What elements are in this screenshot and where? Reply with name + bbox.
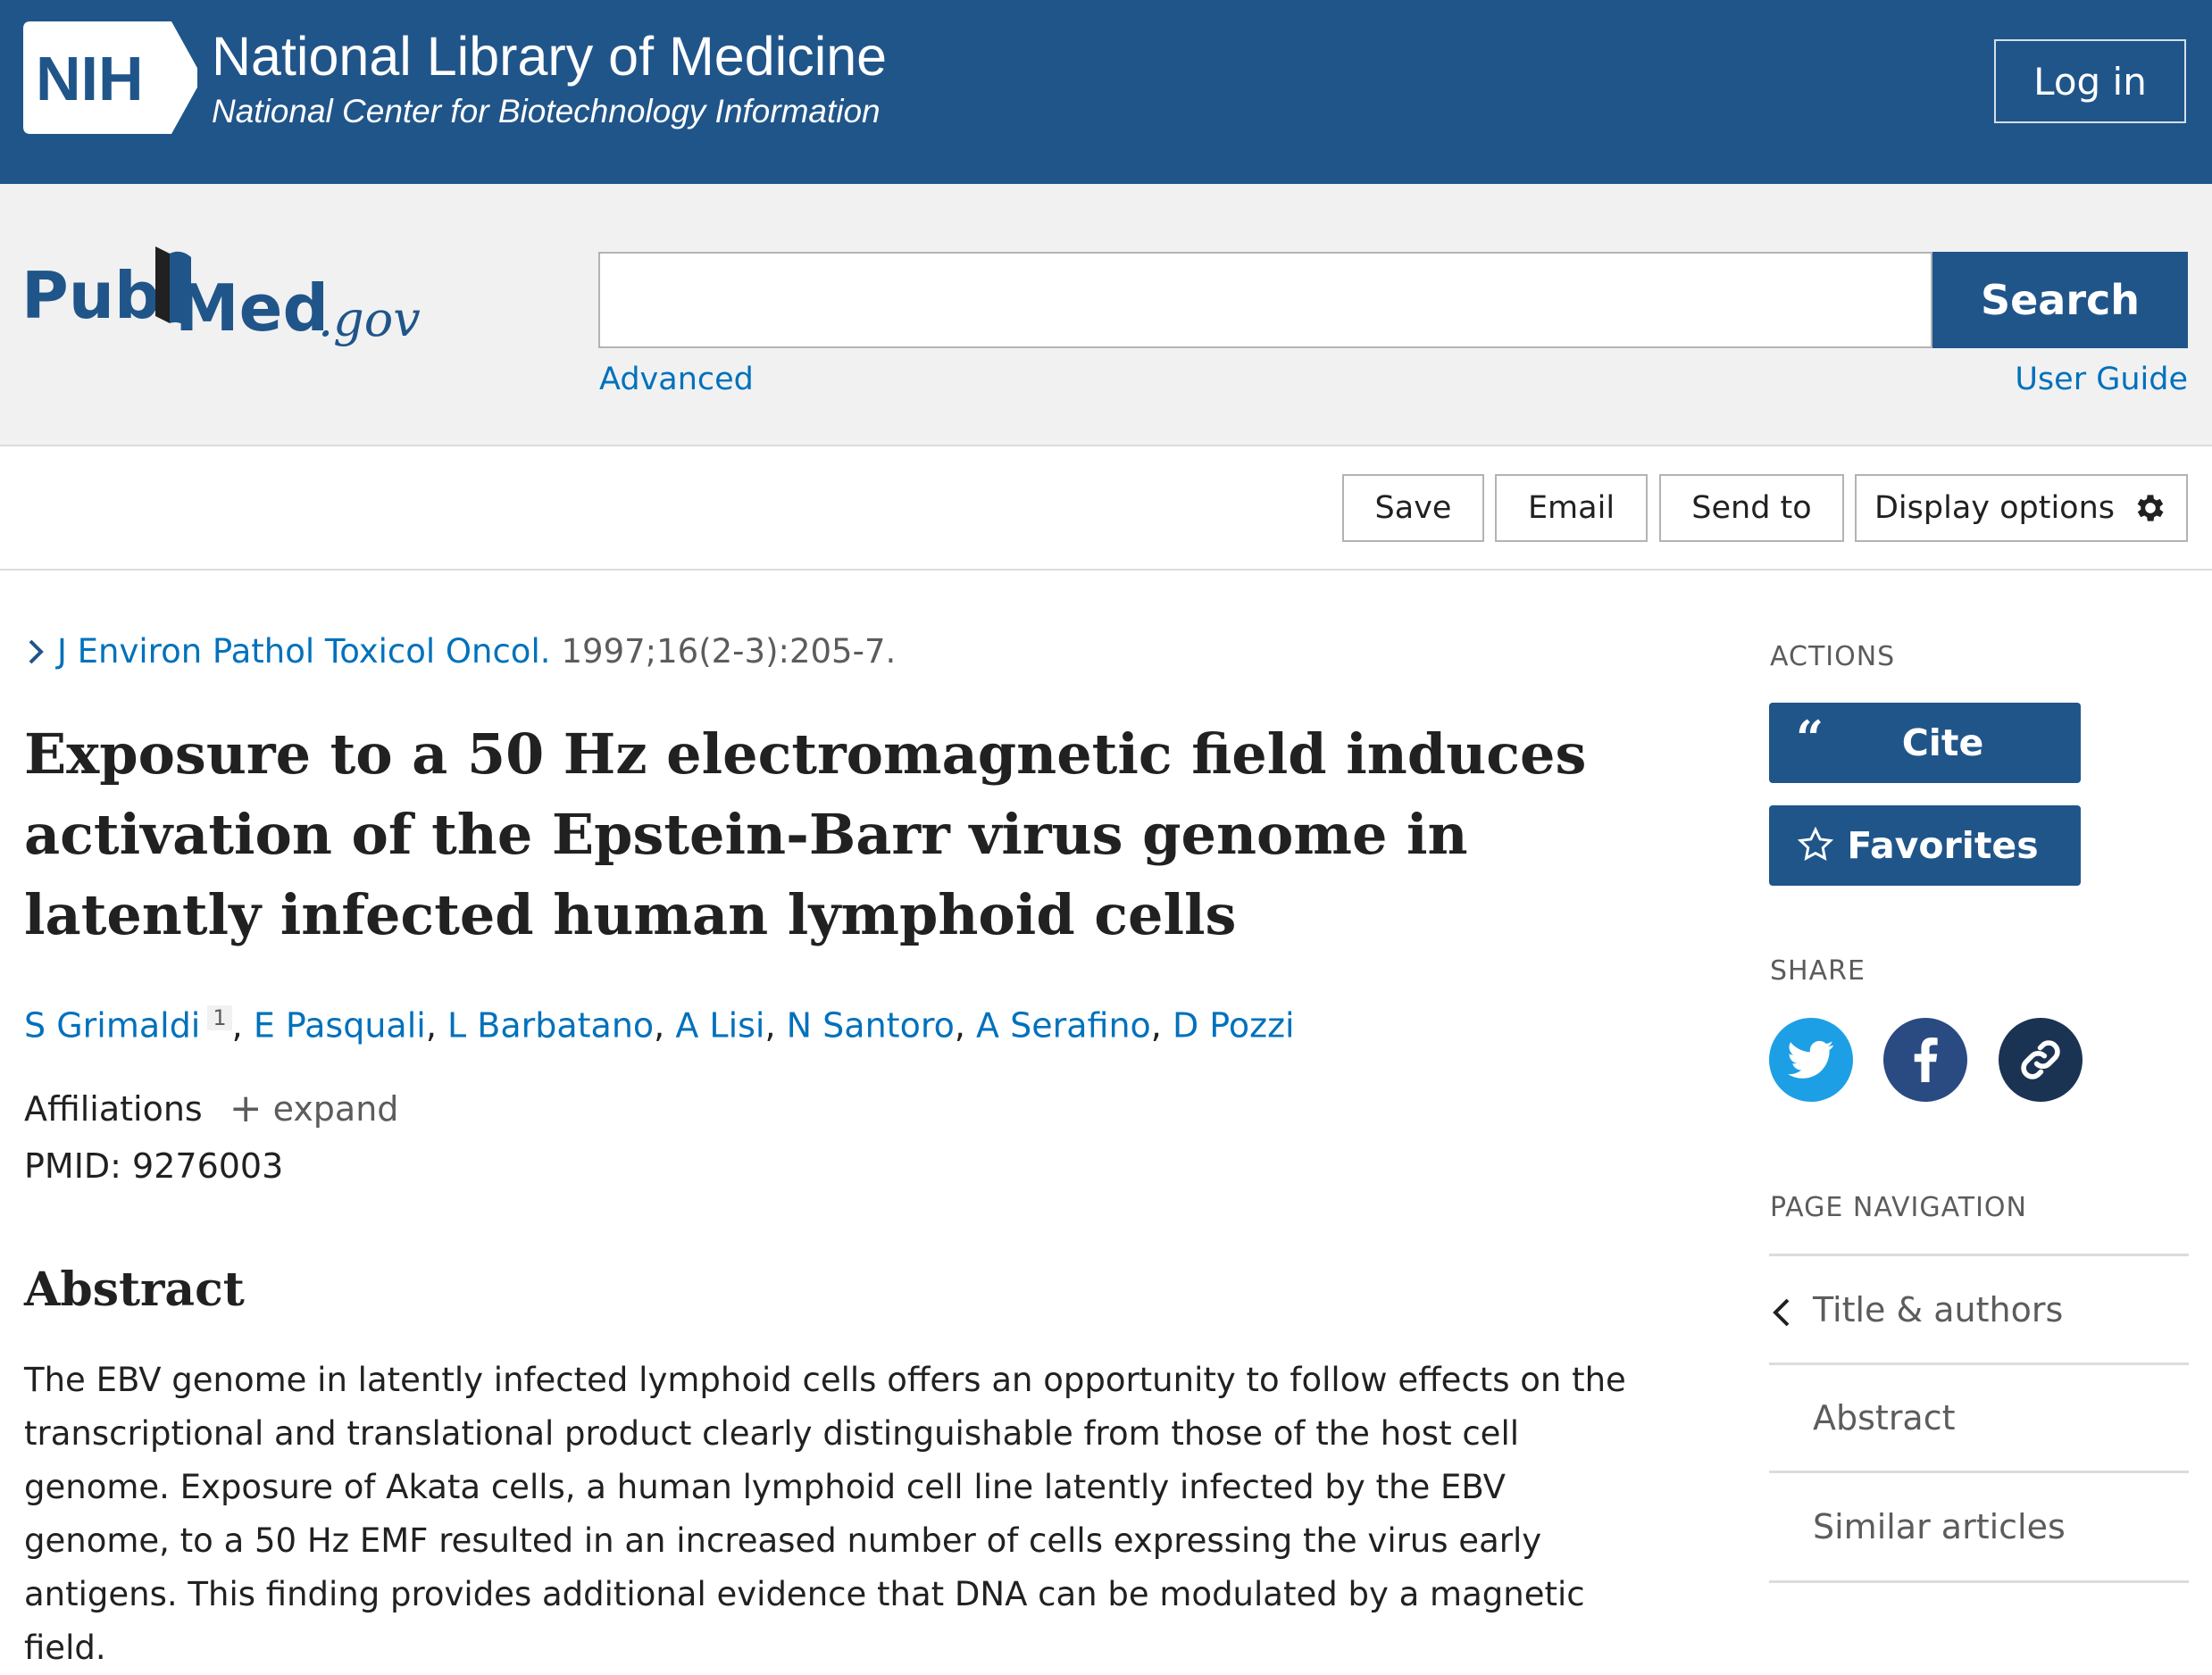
share-permalink-button[interactable] [1999,1018,2083,1102]
advanced-search-link[interactable]: Advanced [599,362,754,397]
svg-text:Med: Med [175,271,329,346]
author-link[interactable]: L Barbatano [447,1006,654,1046]
authors-list: S Grimaldi 1, E Pasquali, L Barbatano, A … [24,1005,1295,1046]
author-link[interactable]: A Serafino [976,1006,1151,1046]
author-link[interactable]: S Grimaldi [24,1006,200,1046]
twitter-icon [1788,1040,1834,1079]
favorites-label: Favorites [1847,824,2039,867]
login-button[interactable]: Log in [1994,39,2186,123]
expand-affiliations-button[interactable]: + expand [230,1086,399,1131]
nav-divider [1769,1471,2189,1473]
article-title: Exposure to a 50 Hz electromagnetic fiel… [24,721,1587,947]
author-link[interactable]: D Pozzi [1173,1006,1295,1046]
search-button[interactable]: Search [1932,252,2188,348]
nav-divider [1769,1254,2189,1256]
svg-text:.gov: .gov [318,291,421,347]
chevron-right-icon[interactable] [27,638,45,665]
search-input[interactable] [598,252,1932,348]
page-navigation-heading: PAGE NAVIGATION [1770,1192,2027,1223]
nav-divider [1769,1580,2189,1583]
cite-button[interactable]: “ Cite [1769,703,2081,783]
svg-text:NIH: NIH [36,44,144,113]
ncbi-subtitle[interactable]: National Center for Biotechnology Inform… [212,93,881,130]
cite-label: Cite [1901,721,1984,764]
share-facebook-button[interactable] [1883,1018,1967,1102]
expand-label: expand [272,1088,399,1129]
author-link[interactable]: E Pasquali [254,1006,426,1046]
svg-text:Pub: Pub [21,258,161,333]
email-button[interactable]: Email [1495,474,1648,542]
nlm-title[interactable]: National Library of Medicine [212,25,887,88]
chevron-left-icon [1773,1298,1790,1327]
share-heading: SHARE [1770,955,1866,987]
share-twitter-button[interactable] [1769,1018,1853,1102]
abstract-heading: Abstract [24,1262,245,1317]
citation-details: 1997;16(2-3):205-7. [561,632,897,671]
plus-icon: + [229,1086,263,1131]
nav-abstract[interactable]: Abstract [1813,1398,1956,1438]
display-options-label: Display options [1874,490,2116,526]
journal-link[interactable]: J Environ Pathol Toxicol Oncol. [57,632,551,671]
affiliations-label: Affiliations [24,1088,203,1129]
abstract-text: The EBV genome in latently infected lymp… [24,1361,1626,1667]
nav-similar-articles[interactable]: Similar articles [1813,1507,2066,1546]
author-link[interactable]: N Santoro [787,1006,955,1046]
user-guide-link[interactable]: User Guide [2015,362,2188,397]
permalink-icon [2021,1040,2060,1079]
journal-citation: J Environ Pathol Toxicol Oncol. 1997;16(… [27,632,896,671]
gear-icon [2137,495,2164,521]
nav-divider [1769,1362,2189,1365]
pmid: PMID: 9276003 [24,1146,284,1186]
favorites-button[interactable]: Favorites [1769,805,2081,886]
actions-heading: ACTIONS [1770,641,1896,672]
nih-logo[interactable]: NIH [23,21,197,134]
send-to-button[interactable]: Send to [1659,474,1844,542]
affiliation-ref[interactable]: 1 [207,1005,232,1030]
facebook-icon [1914,1038,1938,1082]
nih-banner: NIH National Library of Medicine Nationa… [0,0,2212,184]
affiliations-row: Affiliations + expand [24,1086,398,1131]
save-button[interactable]: Save [1342,474,1484,542]
pubmed-logo[interactable]: Pub Med .gov [21,241,432,357]
toolbar-divider [0,569,2212,571]
display-options-button[interactable]: Display options [1855,474,2188,542]
author-link[interactable]: A Lisi [675,1006,764,1046]
nav-title-authors[interactable]: Title & authors [1813,1290,2063,1329]
